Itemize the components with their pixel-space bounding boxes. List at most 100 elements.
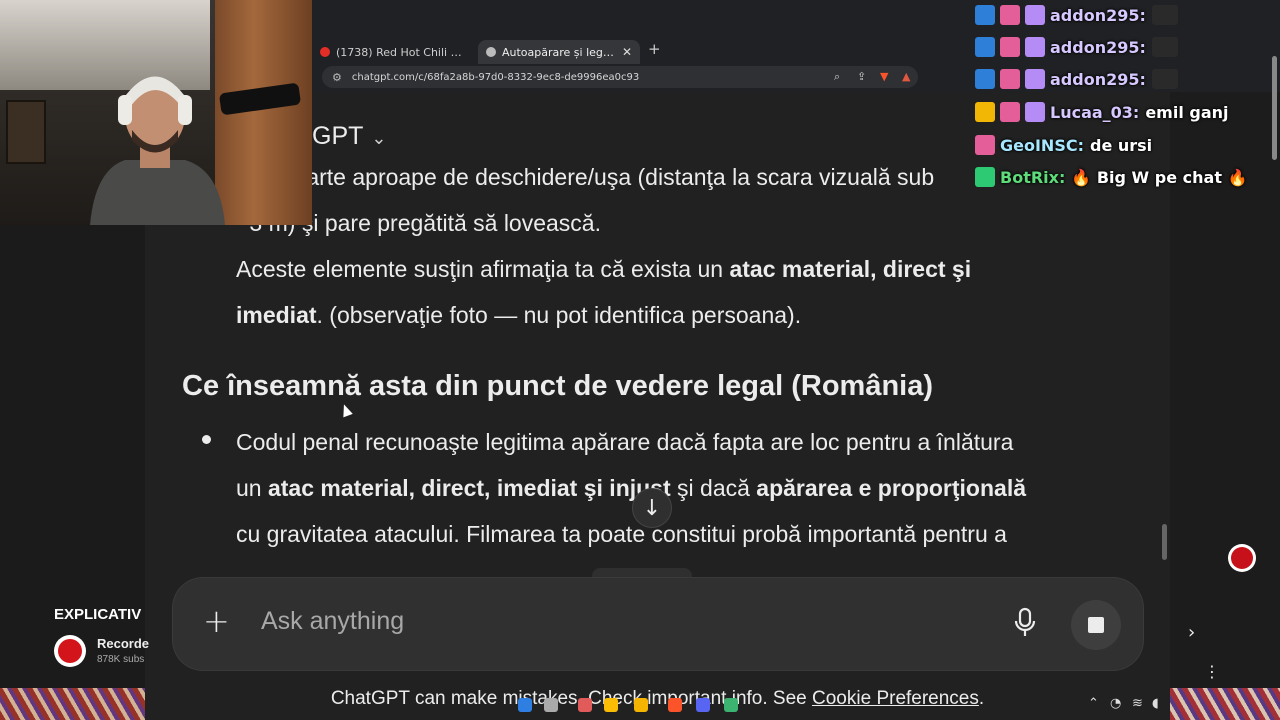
chat-message: addon295: [975, 65, 1183, 93]
emote-icon [1151, 37, 1178, 57]
sub-badge-icon [1025, 102, 1045, 122]
taskbar-wallpaper [0, 688, 145, 720]
bold-text: apărarea e proporţională [756, 475, 1026, 501]
bold-text: atac material, direct, imediat şi injust [267, 475, 671, 501]
app-icon[interactable] [724, 698, 738, 712]
add-attachment-button[interactable]: + [203, 602, 230, 640]
explorer-icon[interactable] [604, 698, 618, 712]
chevron-right-icon[interactable]: › [1188, 622, 1195, 643]
share-icon[interactable]: ⇪ [857, 70, 866, 83]
model-selector[interactable]: GPT ⌄ [312, 122, 387, 151]
channel-avatar[interactable] [54, 635, 86, 667]
youtube-scrollbar[interactable] [1272, 56, 1277, 160]
chat-message: GeoINSC: de ursi [975, 131, 1152, 159]
hammer-badge-icon [975, 69, 995, 89]
disclaimer-end: . [978, 688, 985, 709]
sub-badge-icon [1025, 69, 1045, 89]
stop-button[interactable] [1071, 600, 1121, 650]
site-info-icon[interactable]: ⚙ [332, 71, 342, 84]
cookie-preferences-link[interactable]: Cookie Preferences [812, 688, 979, 709]
chat-message: BotRix: 🔥 Big W pe chat 🔥 [975, 163, 1247, 191]
url-text: chatgpt.com/c/68fa2a8b-97d0-8332-9ec8-de… [351, 71, 640, 83]
record-button[interactable] [1228, 544, 1256, 572]
chevron-down-icon: ⌄ [371, 128, 387, 148]
webcam-feed [0, 0, 312, 225]
text-span: un [236, 475, 268, 501]
crown-badge-icon [975, 102, 995, 122]
taskbar-wallpaper [1170, 688, 1280, 720]
folder-icon[interactable] [634, 698, 648, 712]
message-text-line: na e foarte aproape de deschidere/uşa (d… [236, 164, 935, 190]
emote-badge-icon [975, 135, 995, 155]
youtube-icon [320, 47, 330, 57]
section-heading: Ce înseamnă asta din punct de vedere leg… [182, 370, 933, 402]
app-icon[interactable] [578, 698, 592, 712]
disclaimer: ChatGPT can make mistakes. Check importa… [145, 688, 1170, 710]
tab-youtube[interactable]: (1738) Red Hot Chili Peppers - Califo [312, 40, 472, 64]
streamer [90, 76, 225, 225]
rewards-icon[interactable]: ▲ [902, 70, 910, 83]
tab-label: (1738) Red Hot Chili Peppers - Califo [336, 45, 464, 59]
hammer-badge-icon [975, 37, 995, 57]
composer: + [173, 578, 1143, 670]
chat-message: addon295: [975, 1, 1183, 29]
chat-username: addon295: [1050, 37, 1146, 57]
page-scrollbar[interactable] [1162, 524, 1167, 560]
sub-badge-icon [1025, 37, 1045, 57]
chat-text: emil ganj [1145, 102, 1229, 122]
brave-shield-icon[interactable]: ▼ [880, 70, 888, 83]
address-bar[interactable]: ⚙ chatgpt.com/c/68fa2a8b-97d0-8332-9ec8-… [322, 66, 918, 88]
chat-text: 🔥 Big W pe chat 🔥 [1071, 167, 1248, 187]
prompt-input[interactable] [259, 606, 963, 637]
message-text-line: imediat. (observaţie foto — nu pot ident… [236, 302, 801, 329]
channel-name[interactable]: Recorde [97, 636, 149, 651]
tab-chatgpt[interactable]: Autoapărare și legalitate ✕ [478, 40, 640, 64]
stream-chat: addon295: addon295: addon295: Lucaa_03: … [975, 0, 1280, 195]
record-icon [1231, 547, 1253, 569]
taskview-icon[interactable] [544, 698, 558, 712]
chevron-up-icon[interactable]: ⌃ [1088, 696, 1099, 711]
emote-badge-icon [1000, 69, 1020, 89]
chat-username: Lucaa_03: [1050, 102, 1140, 122]
emote-badge-icon [1000, 5, 1020, 25]
subscriber-count: 878K subs [97, 654, 145, 665]
chat-text: de ursi [1089, 135, 1153, 155]
text-span: Aceste elemente susţin afirmaţia ta că e… [236, 256, 730, 282]
start-icon[interactable] [518, 698, 532, 712]
chat-message: Lucaa_03: emil ganj [975, 98, 1229, 126]
chatgpt-icon [486, 47, 496, 57]
message-text-line: cu gravitatea atacului. Filmarea ta poat… [236, 521, 1007, 547]
arrow-down-icon: ↓ [642, 495, 662, 521]
bullet-dot [202, 435, 211, 444]
model-title: GPT [312, 122, 364, 150]
chat-username: addon295: [1050, 5, 1146, 25]
close-tab-icon[interactable]: ✕ [622, 45, 632, 59]
more-options-icon[interactable]: ⋮ [1204, 662, 1220, 681]
chat-message: addon295: [975, 33, 1183, 61]
network-icon[interactable]: ◔ [1110, 696, 1121, 711]
new-tab-button[interactable]: + [648, 40, 661, 58]
message-text-line: un atac material, direct, imediat şi inj… [236, 475, 1026, 502]
bold-text: imediat [236, 302, 317, 328]
wifi-icon[interactable]: ≋ [1132, 696, 1143, 711]
scroll-down-button[interactable]: ↓ [632, 488, 672, 528]
record-icon [58, 639, 82, 663]
discord-icon[interactable] [696, 698, 710, 712]
volume-icon[interactable]: ◖ [1152, 696, 1159, 711]
hammer-badge-icon [975, 5, 995, 25]
tab-label: Autoapărare și legalitate [502, 45, 616, 59]
bot-badge-icon [975, 167, 995, 187]
disclaimer-text: ChatGPT can make mistakes. Check importa… [330, 688, 813, 709]
emote-icon [1151, 69, 1178, 89]
brave-icon[interactable] [668, 698, 682, 712]
video-title[interactable]: EXPLICATIV [54, 606, 141, 623]
text-span: . (observaţie foto — nu pot identifica p… [316, 302, 802, 328]
emote-badge-icon [1000, 37, 1020, 57]
emote-icon [1151, 5, 1178, 25]
text-span: şi dacă [670, 475, 757, 501]
zoom-icon[interactable]: ⌕ [834, 70, 840, 84]
microphone-icon[interactable] [1013, 606, 1037, 640]
sub-badge-icon [1025, 5, 1045, 25]
chat-username: GeoINSC: [1000, 135, 1084, 155]
stop-icon [1088, 617, 1104, 633]
